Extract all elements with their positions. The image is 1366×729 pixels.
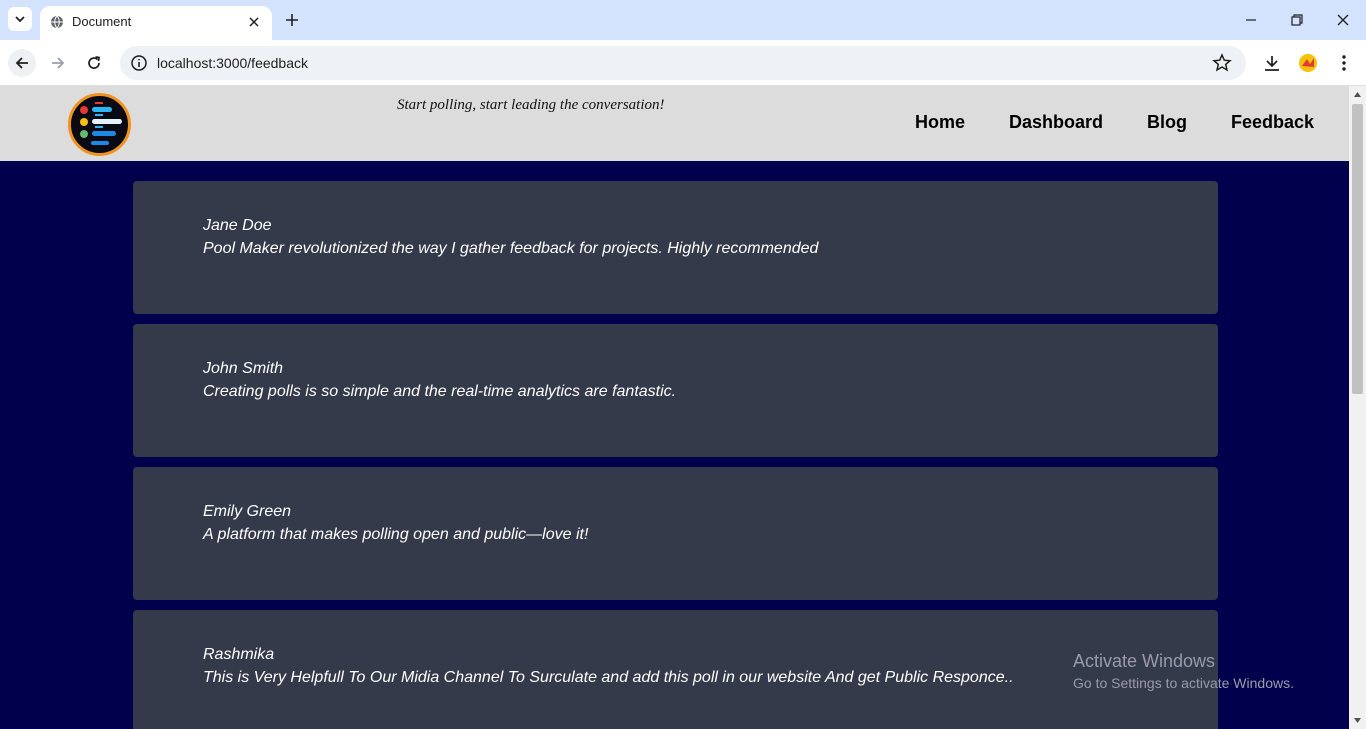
feedback-text: A platform that makes polling open and p… xyxy=(203,526,589,543)
arrow-left-icon xyxy=(15,57,28,69)
browser-tab-bar: Document xyxy=(0,0,1366,40)
arrow-right-icon xyxy=(52,57,65,69)
minimize-icon xyxy=(1246,19,1256,21)
feedback-text: Pool Maker revolutionized the way I gath… xyxy=(203,240,819,257)
scroll-down-arrow-icon[interactable] xyxy=(1353,716,1362,725)
extension-button[interactable] xyxy=(1297,52,1319,74)
plus-icon xyxy=(286,14,298,26)
browser-tab[interactable]: Document xyxy=(40,6,272,40)
feedback-author: Emily Green xyxy=(203,503,292,520)
site-logo[interactable] xyxy=(68,93,131,156)
feedback-author: John Smith xyxy=(203,360,284,377)
globe-icon xyxy=(51,15,63,29)
page-viewport: Start polling, start leading the convers… xyxy=(0,86,1349,729)
watermark-subtitle: Go to Settings to activate Windows. xyxy=(1073,675,1294,691)
nav-dashboard[interactable]: Dashboard xyxy=(1009,112,1103,133)
restore-icon xyxy=(1291,14,1303,26)
scrollbar-thumb[interactable] xyxy=(1352,104,1363,394)
star-icon[interactable] xyxy=(1212,53,1232,73)
tab-title: Document xyxy=(72,14,132,29)
poll-logo-icon xyxy=(80,102,122,145)
feedback-card: John Smith Creating polls is so simple a… xyxy=(133,324,1218,457)
download-icon xyxy=(1265,56,1279,71)
back-button[interactable] xyxy=(8,49,36,77)
tab-search-button[interactable] xyxy=(8,7,32,31)
feedback-text: This is Very Helpfull To Our Midia Chann… xyxy=(203,669,1014,686)
nav-home[interactable]: Home xyxy=(915,112,965,133)
more-vertical-icon xyxy=(1342,55,1346,71)
extension-icon xyxy=(1299,54,1317,72)
feedback-author: Rashmika xyxy=(203,646,275,663)
window-close-button[interactable] xyxy=(1333,10,1353,30)
download-button[interactable] xyxy=(1261,52,1283,74)
minimize-button[interactable] xyxy=(1241,10,1261,30)
feedback-author: Jane Doe xyxy=(203,217,272,234)
nav-blog[interactable]: Blog xyxy=(1147,112,1187,133)
watermark-title: Activate Windows xyxy=(1073,651,1216,671)
new-tab-button[interactable] xyxy=(282,10,302,30)
close-icon xyxy=(249,17,259,27)
restore-button[interactable] xyxy=(1287,10,1307,30)
browser-toolbar: localhost:3000/feedback xyxy=(0,40,1366,86)
site-header: Start polling, start leading the convers… xyxy=(0,86,1349,161)
forward-button[interactable] xyxy=(44,49,72,77)
site-tagline: Start polling, start leading the convers… xyxy=(397,97,665,113)
feedback-card: Jane Doe Pool Maker revolutionized the w… xyxy=(133,181,1218,314)
scroll-up-arrow-icon[interactable] xyxy=(1353,90,1362,99)
url-text: localhost:3000/feedback xyxy=(157,55,308,71)
page-scrollbar[interactable] xyxy=(1349,86,1366,729)
windows-activation-watermark: Activate Windows Go to Settings to activ… xyxy=(1073,651,1294,691)
chevron-down-icon xyxy=(15,16,25,23)
reload-button[interactable] xyxy=(80,49,108,77)
close-icon xyxy=(1337,14,1349,26)
nav-feedback[interactable]: Feedback xyxy=(1231,112,1314,133)
feedback-card: Rashmika This is Very Helpfull To Our Mi… xyxy=(133,610,1218,729)
reload-icon xyxy=(88,56,100,69)
tab-close-button[interactable] xyxy=(244,12,264,32)
feedback-text: Creating polls is so simple and the real… xyxy=(203,383,677,400)
browser-menu-button[interactable] xyxy=(1333,52,1355,74)
address-bar[interactable]: localhost:3000/feedback xyxy=(120,46,1246,80)
info-icon xyxy=(131,55,147,71)
feedback-card: Emily Green A platform that makes pollin… xyxy=(133,467,1218,600)
